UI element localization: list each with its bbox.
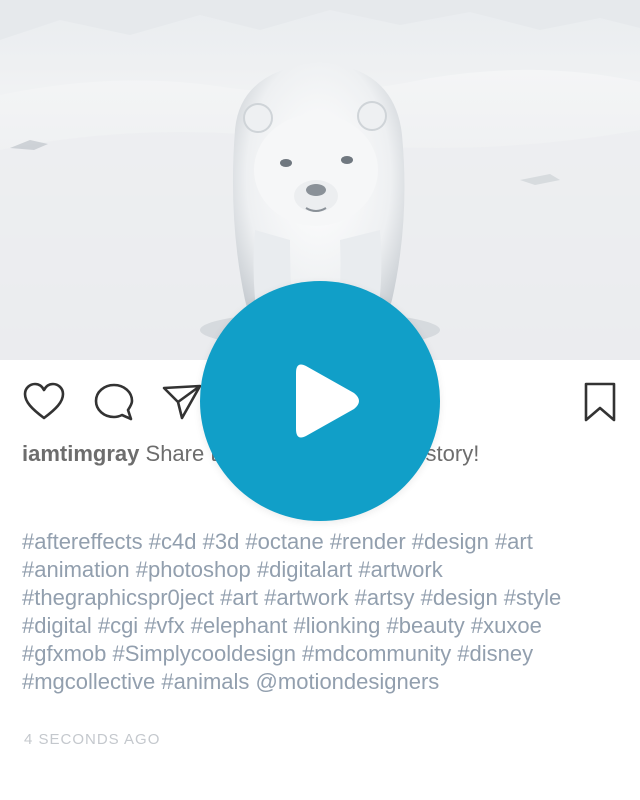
comment-icon[interactable] — [92, 380, 136, 424]
send-icon[interactable] — [160, 380, 204, 424]
post-timestamp: 4 SECONDS AGO — [24, 731, 161, 748]
play-button[interactable] — [200, 281, 440, 521]
hashtags-text[interactable]: #aftereffects #c4d #3d #octane #render #… — [22, 528, 632, 696]
bookmark-icon[interactable] — [578, 380, 622, 424]
heart-icon[interactable] — [22, 380, 66, 424]
play-icon — [296, 364, 359, 438]
username-link[interactable]: iamtimgray — [22, 441, 139, 466]
